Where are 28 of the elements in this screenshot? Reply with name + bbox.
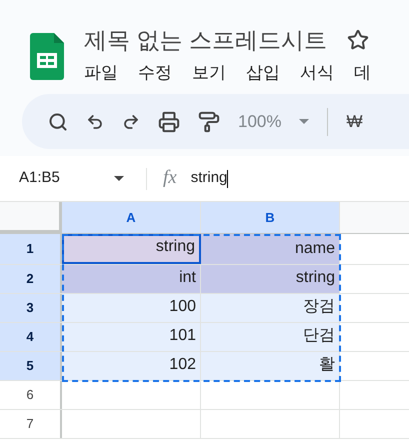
- function-icon: fx: [163, 164, 177, 193]
- menu-item[interactable]: 삽입: [246, 60, 280, 86]
- row-header[interactable]: 2: [0, 265, 62, 293]
- menu-item[interactable]: 서식: [300, 60, 334, 86]
- menu-item[interactable]: 보기: [192, 60, 226, 86]
- row-header[interactable]: 4: [0, 323, 62, 351]
- column-header[interactable]: B: [201, 202, 340, 233]
- menu-item[interactable]: 데: [354, 60, 371, 86]
- menu-item[interactable]: 수정: [138, 60, 172, 86]
- table-cell[interactable]: 102: [62, 352, 201, 380]
- document-title[interactable]: 제목 없는 스프레드시트: [84, 22, 327, 58]
- row-header[interactable]: 3: [0, 294, 62, 322]
- table-cell[interactable]: string: [201, 265, 340, 293]
- name-box[interactable]: A1:B5: [0, 167, 114, 190]
- table-cell[interactable]: 활: [201, 352, 340, 380]
- row-header[interactable]: 1: [0, 234, 62, 264]
- table-cell[interactable]: 101: [62, 323, 201, 351]
- table-cell[interactable]: name: [201, 234, 340, 264]
- table-cell[interactable]: 단검: [201, 323, 340, 351]
- column-header[interactable]: A: [62, 202, 201, 233]
- table-cell[interactable]: 100: [62, 294, 201, 322]
- table-cell[interactable]: string: [62, 234, 201, 264]
- table-cell[interactable]: 장검: [201, 294, 340, 322]
- row-header[interactable]: 5: [0, 352, 62, 380]
- formula-field[interactable]: string: [190, 167, 409, 190]
- menu-item[interactable]: 파일: [84, 60, 118, 86]
- table-cell[interactable]: int: [62, 265, 201, 293]
- currency-format-button[interactable]: ₩: [346, 108, 363, 134]
